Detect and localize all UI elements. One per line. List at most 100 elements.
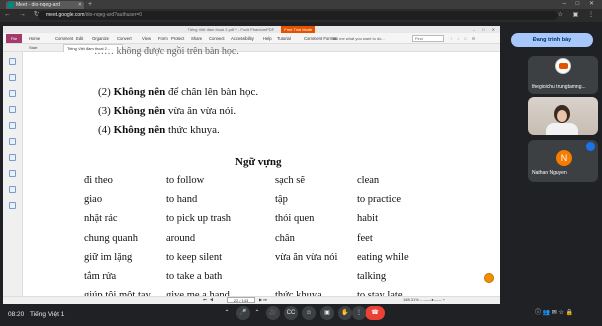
meeting-clock: 08:20 <box>8 311 25 318</box>
url-host: meet.google.com <box>46 12 85 18</box>
emoji-icon[interactable]: ☺ <box>302 306 316 320</box>
layers-icon[interactable] <box>9 90 16 97</box>
mic-icon[interactable]: 🎤 <box>236 306 250 320</box>
trial-badge: Free Trial Mode <box>281 26 316 33</box>
vocab-vietnamese: vừa ăn vừa nói <box>275 251 338 263</box>
menu-organize[interactable]: Organize <box>92 34 109 43</box>
meet-favicon-icon <box>8 2 14 8</box>
menu-home[interactable]: Home <box>29 34 40 43</box>
url-input[interactable]: meet.google.com/dio-nqeg-ard?authuser=0 <box>38 11 558 20</box>
menu-convert[interactable]: Convert <box>117 34 132 43</box>
vocab-english: to follow <box>166 175 205 186</box>
pdf-title-bar: Tiếng Việt đầm thoai 2.pdf * - Foxit Pha… <box>3 26 500 33</box>
pdf-side-panel <box>3 52 23 296</box>
page-nav-prev[interactable]: ⏮ ◀ <box>203 297 214 303</box>
file-menu-button[interactable]: File <box>6 34 22 43</box>
presenting-button[interactable]: Đang trình bày <box>511 33 593 47</box>
vocab-vietnamese: đi theo <box>84 175 113 186</box>
vocab-vietnamese: giao <box>84 194 103 206</box>
page-nav-next[interactable]: ▶ ⏭ <box>259 297 267 303</box>
vocab-vietnamese: chung quanh <box>84 232 138 244</box>
bookmark-icon[interactable] <box>9 58 16 65</box>
rule-text: thức khuya. <box>165 124 220 136</box>
vocab-english: talking <box>357 271 387 282</box>
camera-icon[interactable]: 🎥 <box>266 306 280 320</box>
vocab-english: to hand <box>166 194 198 206</box>
participant-1-avatar <box>555 58 571 74</box>
menu-tutorial[interactable]: Tutorial <box>277 34 291 43</box>
menu-accessibility[interactable]: Accessibility <box>231 34 254 43</box>
content-icon[interactable] <box>9 170 16 177</box>
fields-icon[interactable] <box>9 186 16 193</box>
ribbon-icons[interactable]: ↑ ↓ □ ⚙ <box>450 34 477 43</box>
rule-text: để chân lên bàn học. <box>165 86 259 98</box>
vocab-vietnamese: giữ im lặng <box>84 251 133 263</box>
meet-side-controls[interactable]: ⓘ 👥 ✉ ☆ 🔒 <box>535 309 573 317</box>
mic-options-icon[interactable]: ⌃ <box>222 306 232 320</box>
vocab-english: clean <box>357 175 380 186</box>
start-tab[interactable]: Start <box>29 45 37 51</box>
menu-protect[interactable]: Protect <box>171 34 184 43</box>
rule-line: (4) Không nên thức khuya. <box>98 124 220 136</box>
comments-icon[interactable] <box>9 106 16 113</box>
pdf-page: …… không được ngồi trên bàn học. Ngữ vựn… <box>24 46 500 320</box>
menu-help[interactable]: Help <box>263 34 272 43</box>
pdf-window-controls[interactable]: – □ ✕ <box>473 26 498 33</box>
vocab-english: to take a bath <box>166 271 223 282</box>
vocab-vietnamese: sạch sẽ <box>275 175 306 186</box>
window-controls[interactable]: – □ ✕ <box>563 0 598 9</box>
url-path: /dio-nqeg-ard?authuser=0 <box>84 12 143 18</box>
vocab-english: feet <box>357 232 373 244</box>
vocab-vietnamese: tắm rửa <box>84 271 117 282</box>
rule-bold: Không nên <box>113 86 166 98</box>
present-icon[interactable]: ▣ <box>320 306 334 320</box>
end-call-button[interactable]: ☎ <box>365 306 385 320</box>
partial-line: …… không được ngồi trên bàn học. <box>94 46 239 57</box>
speaking-indicator-icon <box>586 142 595 151</box>
tab-title: Meet - dio-nqeg-ard <box>16 2 60 8</box>
vocab-english: habit <box>357 213 378 225</box>
menu-comment-format[interactable]: Comment Format <box>304 34 337 43</box>
browser-toolbar-icons[interactable]: ☆ ▣ ⋮ <box>558 11 598 20</box>
attachment-icon[interactable] <box>9 122 16 129</box>
pages-icon[interactable] <box>9 74 16 81</box>
signature-icon[interactable] <box>9 138 16 145</box>
vocab-vietnamese: thói quen <box>275 213 315 225</box>
browser-nav-icons[interactable]: ← → ↻ <box>4 10 43 20</box>
rule-line: (3) Không nên vừa ăn vừa nói. <box>98 105 236 117</box>
menu-share[interactable]: Share <box>191 34 202 43</box>
participant-3-avatar: N <box>556 150 572 166</box>
close-tab-icon[interactable]: ✕ <box>78 1 82 9</box>
security-icon[interactable] <box>9 154 16 161</box>
rule-number: (2) <box>98 86 114 98</box>
pdf-title: Tiếng Việt đầm thoai 2.pdf * - Foxit Pha… <box>187 27 275 32</box>
zoom-control[interactable]: 188.31% – ——●—— + <box>403 297 445 303</box>
raise-hand-icon[interactable]: ✋ <box>338 306 352 320</box>
find-input[interactable]: Find <box>412 35 444 42</box>
menu-comment[interactable]: Comment <box>55 34 73 43</box>
page-number-input[interactable]: 22 / 143 <box>227 297 255 303</box>
floating-tool-icon[interactable] <box>484 273 494 283</box>
menu-connect[interactable]: Connect <box>209 34 225 43</box>
captions-icon[interactable]: CC <box>284 306 298 320</box>
vocab-english: to practice <box>357 194 402 206</box>
meet-bottom-bar <box>0 304 602 326</box>
tell-me-search[interactable]: Tell me what you want to do... <box>332 34 385 43</box>
vocab-english: to pick up trash <box>166 213 232 225</box>
more-options-icon[interactable]: ⋮ <box>352 306 366 320</box>
menu-view[interactable]: View <box>142 34 151 43</box>
camera-options-icon[interactable]: ⌃ <box>252 306 262 320</box>
vocab-vietnamese: tập <box>275 194 288 206</box>
participant-video-feed[interactable] <box>528 97 598 135</box>
meeting-name: Tiếng Việt 1 <box>30 311 65 318</box>
browser-tab[interactable]: Meet - dio-nqeg-ard ✕ <box>6 1 84 9</box>
rule-bold: Không nên <box>113 124 166 136</box>
rule-bold: Không nên <box>113 105 166 117</box>
rule-line: (2) Không nên để chân lên bàn học. <box>98 86 258 98</box>
menu-edit[interactable]: Edit <box>76 34 83 43</box>
menu-form[interactable]: Form <box>158 34 168 43</box>
tags-icon[interactable] <box>9 202 16 209</box>
participant-3-name: Nathan Nguyen <box>532 170 567 176</box>
new-tab-button[interactable]: + <box>88 0 92 9</box>
vocab-english: around <box>166 232 196 244</box>
